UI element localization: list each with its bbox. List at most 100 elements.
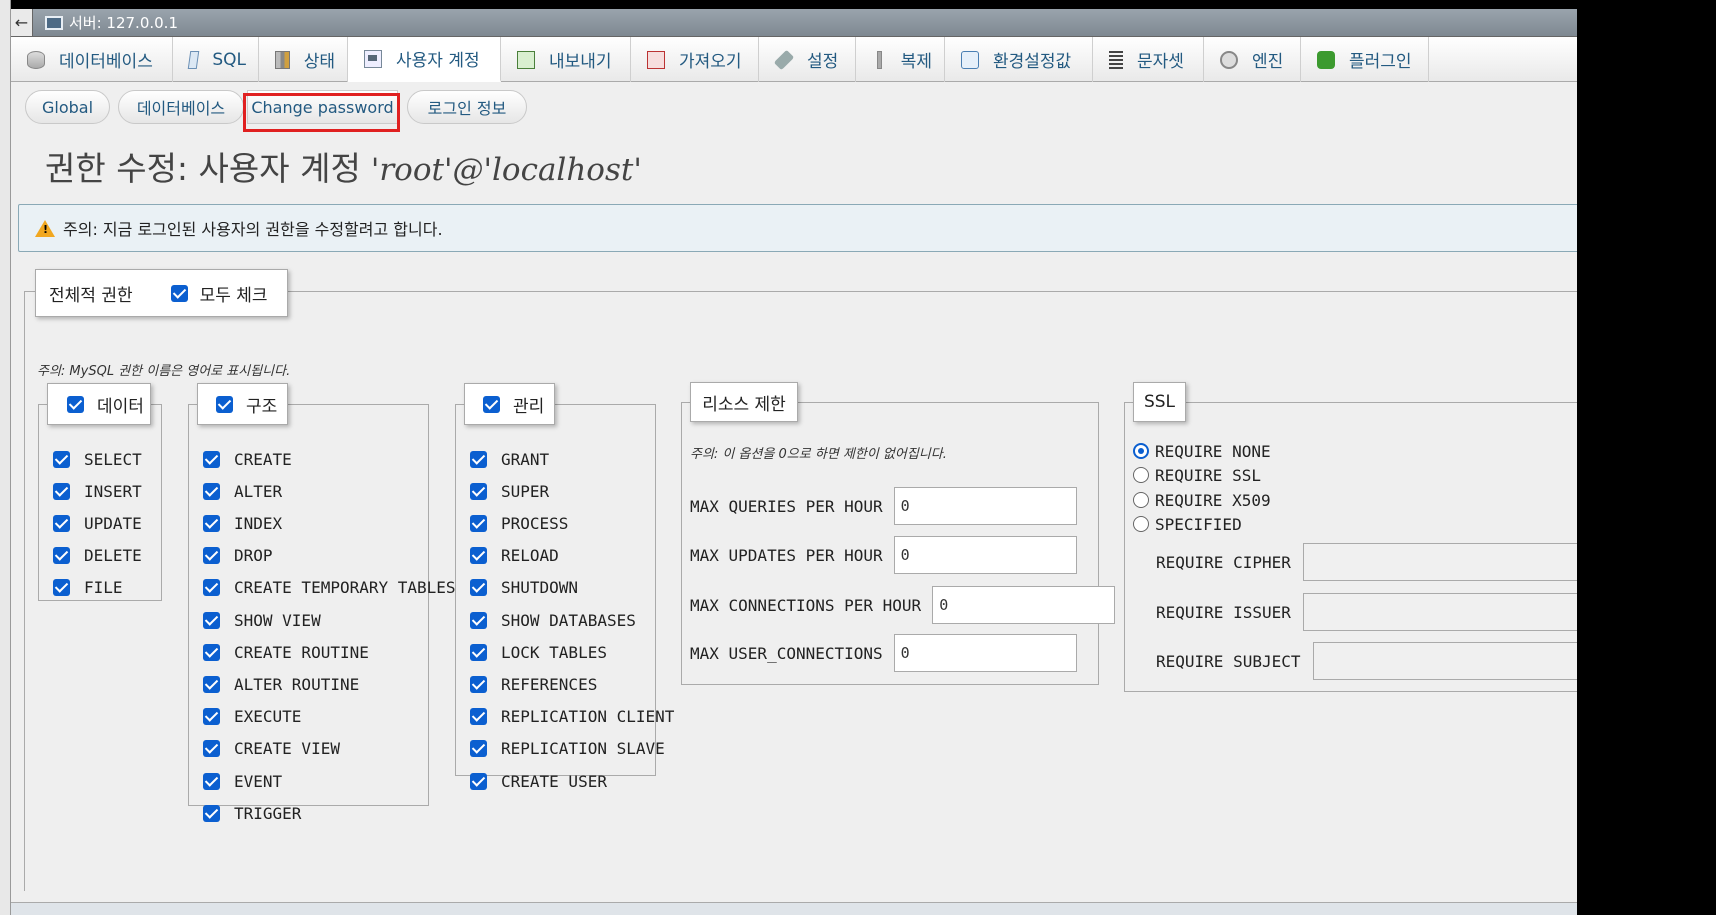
tab-settings[interactable]: 설정 (759, 37, 856, 82)
privilege-label[interactable]: RELOAD (501, 546, 559, 565)
subtab-database[interactable]: 데이터베이스 (118, 90, 244, 124)
privilege-label[interactable]: GRANT (501, 450, 549, 469)
max-user-connections-input[interactable] (893, 634, 1077, 672)
check-all-label[interactable]: 모두 체크 (200, 281, 268, 306)
admin-privilege-8[interactable]: REPLICATION CLIENT (470, 707, 674, 727)
privilege-label[interactable]: LOCK TABLES (501, 643, 607, 662)
privilege-checkbox[interactable] (203, 611, 220, 629)
data-privilege-1[interactable]: INSERT (53, 481, 142, 501)
tab-plugins[interactable]: 플러그인 (1301, 37, 1429, 82)
privilege-checkbox[interactable] (53, 514, 70, 532)
admin-privilege-9[interactable]: REPLICATION SLAVE (470, 739, 665, 759)
privilege-label[interactable]: SELECT (84, 450, 142, 469)
privilege-label[interactable]: DELETE (84, 546, 142, 565)
left-navigation-collapsed[interactable] (0, 0, 11, 915)
check-all-checkbox[interactable] (170, 284, 188, 302)
admin-privilege-5[interactable]: SHOW DATABASES (470, 610, 636, 630)
ssl-specified[interactable]: SPECIFIED (1133, 514, 1242, 534)
admin-privilege-10[interactable]: CREATE USER (470, 771, 607, 791)
privilege-checkbox[interactable] (470, 547, 487, 565)
subtab-change-password[interactable]: Change password (247, 90, 398, 124)
subtab-login-info[interactable]: 로그인 정보 (407, 90, 527, 124)
privilege-checkbox[interactable] (470, 450, 487, 468)
privilege-label[interactable]: REPLICATION SLAVE (501, 739, 665, 758)
privilege-checkbox[interactable] (203, 675, 220, 693)
structure-privilege-3[interactable]: DROP (203, 546, 273, 566)
privilege-checkbox[interactable] (203, 804, 220, 822)
privilege-checkbox[interactable] (470, 482, 487, 500)
require-issuer-input[interactable] (1302, 593, 1577, 631)
admin-privilege-6[interactable]: LOCK TABLES (470, 642, 607, 662)
server-label[interactable]: 서버: 127.0.0.1 (69, 12, 178, 33)
admin-privilege-0[interactable]: GRANT (470, 449, 549, 469)
ssl-require-x509-radio[interactable] (1133, 492, 1149, 508)
privilege-checkbox[interactable] (470, 675, 487, 693)
privilege-checkbox[interactable] (203, 643, 220, 661)
privilege-checkbox[interactable] (470, 514, 487, 532)
privilege-checkbox[interactable] (53, 578, 70, 596)
tab-import[interactable]: 가져오기 (631, 37, 759, 82)
admin-group-checkbox[interactable] (483, 395, 500, 413)
privilege-label[interactable]: ALTER ROUTINE (234, 675, 359, 694)
privilege-label[interactable]: CREATE TEMPORARY TABLES (234, 578, 456, 597)
structure-privilege-11[interactable]: TRIGGER (203, 803, 301, 823)
data-privilege-0[interactable]: SELECT (53, 449, 142, 469)
privilege-checkbox[interactable] (470, 579, 487, 597)
structure-privilege-10[interactable]: EVENT (203, 771, 282, 791)
privilege-label[interactable]: UPDATE (84, 514, 142, 533)
privilege-label[interactable]: CREATE VIEW (234, 739, 340, 758)
max-connections-input[interactable] (932, 586, 1116, 624)
ssl-require-none-radio[interactable] (1133, 443, 1149, 459)
privilege-label[interactable]: INDEX (234, 514, 282, 533)
tab-export[interactable]: 내보내기 (501, 37, 631, 82)
privilege-checkbox[interactable] (203, 482, 220, 500)
admin-privilege-1[interactable]: SUPER (470, 481, 549, 501)
max-updates-input[interactable] (893, 536, 1077, 574)
privilege-checkbox[interactable] (53, 450, 70, 468)
tab-status[interactable]: 상태 (259, 37, 348, 82)
ssl-specified-radio[interactable] (1133, 516, 1149, 532)
privilege-label[interactable]: INSERT (84, 482, 142, 501)
tab-databases[interactable]: 데이터베이스 (11, 37, 173, 82)
privilege-label[interactable]: SUPER (501, 482, 549, 501)
privilege-checkbox[interactable] (203, 450, 220, 468)
tab-variables[interactable]: 환경설정값 (945, 37, 1093, 82)
structure-privilege-1[interactable]: ALTER (203, 481, 282, 501)
tab-replication[interactable]: 복제 (856, 37, 945, 82)
privilege-checkbox[interactable] (53, 482, 70, 500)
data-group-checkbox[interactable] (67, 395, 84, 413)
structure-privilege-6[interactable]: CREATE ROUTINE (203, 642, 369, 662)
privilege-label[interactable]: SHUTDOWN (501, 578, 578, 597)
structure-privilege-7[interactable]: ALTER ROUTINE (203, 674, 359, 694)
privilege-label[interactable]: SHOW DATABASES (501, 611, 636, 630)
admin-privilege-3[interactable]: RELOAD (470, 546, 559, 566)
privilege-label[interactable]: TRIGGER (234, 804, 301, 823)
privilege-checkbox[interactable] (470, 611, 487, 629)
ssl-require-x509[interactable]: REQUIRE X509 (1133, 490, 1271, 510)
privilege-label[interactable]: CREATE (234, 450, 292, 469)
privilege-checkbox[interactable] (470, 643, 487, 661)
privilege-checkbox[interactable] (203, 514, 220, 532)
privilege-label[interactable]: CREATE ROUTINE (234, 643, 369, 662)
privilege-checkbox[interactable] (203, 772, 220, 790)
ssl-require-none[interactable]: REQUIRE NONE (1133, 441, 1271, 461)
privilege-checkbox[interactable] (203, 547, 220, 565)
structure-group-label[interactable]: 구조 (246, 392, 277, 417)
privilege-label[interactable]: EVENT (234, 772, 282, 791)
privilege-label[interactable]: CREATE USER (501, 772, 607, 791)
subtab-global[interactable]: Global (25, 90, 110, 124)
tab-engines[interactable]: 엔진 (1204, 37, 1301, 82)
structure-privilege-2[interactable]: INDEX (203, 513, 282, 533)
structure-privilege-5[interactable]: SHOW VIEW (203, 610, 321, 630)
data-privilege-4[interactable]: FILE (53, 577, 123, 597)
privilege-label[interactable]: FILE (84, 578, 123, 597)
privilege-checkbox[interactable] (203, 708, 220, 726)
privilege-label[interactable]: SHOW VIEW (234, 611, 321, 630)
require-subject-input[interactable] (1312, 642, 1577, 680)
privilege-checkbox[interactable] (203, 740, 220, 758)
privilege-label[interactable]: ALTER (234, 482, 282, 501)
data-privilege-2[interactable]: UPDATE (53, 513, 142, 533)
privilege-label[interactable]: PROCESS (501, 514, 568, 533)
ssl-require-ssl-radio[interactable] (1133, 467, 1149, 483)
structure-privilege-4[interactable]: CREATE TEMPORARY TABLES (203, 578, 456, 598)
